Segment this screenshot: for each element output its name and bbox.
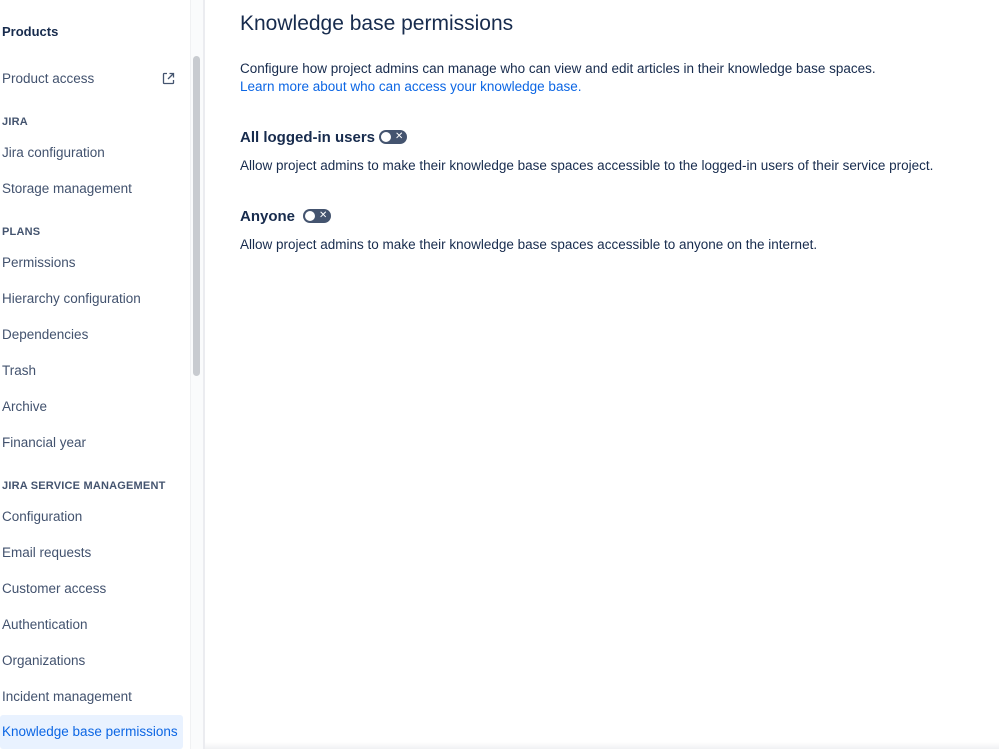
sidebar-title: Products — [2, 24, 59, 39]
sidebar-item-label: Storage management — [2, 181, 132, 196]
sidebar-item-label: Organizations — [2, 653, 86, 668]
sidebar-item-label: Incident management — [2, 689, 132, 704]
toggle-knob — [305, 211, 315, 221]
option-title-logged-in-users: All logged-in users — [240, 129, 376, 146]
sidebar-item-label: Archive — [2, 399, 48, 414]
sidebar-item-trash[interactable]: Trash — [0, 354, 183, 388]
sidebar-item-financial-year[interactable]: Financial year — [0, 426, 183, 460]
close-icon: ✕ — [395, 131, 404, 142]
sidebar-item-permissions[interactable]: Permissions — [0, 246, 183, 280]
sidebar-item-authentication[interactable]: Authentication — [0, 608, 183, 642]
sidebar-item-customer-access[interactable]: Customer access — [0, 572, 183, 606]
sidebar-item-knowledge-base-permissions[interactable]: Knowledge base permissions — [0, 715, 183, 749]
sidebar-item-label: Configuration — [2, 509, 83, 524]
sidebar-item-label: Email requests — [2, 545, 92, 560]
sidebar-item-product-access[interactable]: Product access — [0, 62, 183, 96]
sidebar-item-organizations[interactable]: Organizations — [0, 644, 183, 678]
sidebar-item-label: Trash — [2, 363, 37, 378]
sidebar-divider — [203, 0, 205, 749]
sidebar-item-label: Dependencies — [2, 327, 89, 342]
app-root: Products Product access JIRA Jira config… — [0, 0, 999, 749]
sidebar-item-archive[interactable]: Archive — [0, 390, 183, 424]
sidebar: Products Product access JIRA Jira config… — [0, 0, 190, 749]
page-title: Knowledge base permissions — [240, 12, 514, 35]
sidebar-scrollbar-thumb[interactable] — [193, 56, 200, 376]
toggle-knob — [381, 132, 391, 142]
section-heading-jsm: JIRA SERVICE MANAGEMENT — [2, 480, 166, 492]
sidebar-item-label: Authentication — [2, 617, 88, 632]
sidebar-item-label: Jira configuration — [2, 145, 105, 160]
close-icon: ✕ — [319, 210, 328, 221]
option-description-logged-in-users: Allow project admins to make their knowl… — [240, 158, 934, 173]
sidebar-item-label: Customer access — [2, 581, 107, 596]
sidebar-item-label: Hierarchy configuration — [2, 291, 141, 306]
sidebar-item-email-requests[interactable]: Email requests — [0, 536, 183, 570]
toggle-anyone[interactable]: ✕ — [303, 209, 331, 223]
sidebar-item-hierarchy-configuration[interactable]: Hierarchy configuration — [0, 282, 183, 316]
sidebar-item-label: Product access — [2, 71, 95, 86]
option-title-anyone: Anyone — [240, 208, 296, 225]
option-description-anyone: Allow project admins to make their knowl… — [240, 237, 818, 252]
sidebar-item-label: Permissions — [2, 255, 76, 270]
sidebar-item-storage-management[interactable]: Storage management — [0, 172, 183, 206]
sidebar-item-incident-management[interactable]: Incident management — [0, 680, 183, 714]
sidebar-item-configuration[interactable]: Configuration — [0, 500, 183, 534]
external-link-icon[interactable] — [162, 72, 175, 85]
section-heading-plans: PLANS — [2, 226, 41, 238]
bottom-fade — [205, 742, 999, 749]
learn-more-link[interactable]: Learn more about who can access your kno… — [240, 79, 581, 94]
sidebar-item-dependencies[interactable]: Dependencies — [0, 318, 183, 352]
sidebar-item-label: Financial year — [2, 435, 87, 450]
sidebar-item-label: Knowledge base permissions — [2, 724, 178, 739]
page-description: Configure how project admins can manage … — [240, 61, 876, 76]
section-heading-jira: JIRA — [2, 116, 28, 128]
toggle-logged-in-users[interactable]: ✕ — [379, 130, 407, 144]
sidebar-item-jira-configuration[interactable]: Jira configuration — [0, 136, 183, 170]
